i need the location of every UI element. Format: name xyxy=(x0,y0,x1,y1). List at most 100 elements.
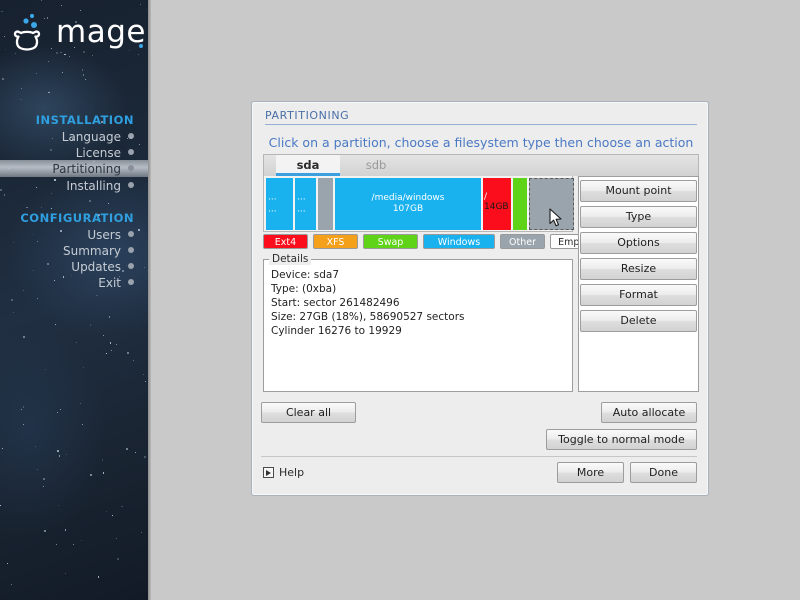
help-link[interactable]: Help xyxy=(263,466,304,479)
legend-xfs[interactable]: XFS xyxy=(313,234,358,249)
star-speck xyxy=(77,188,78,190)
star-speck xyxy=(3,194,5,196)
sidebar-heading-installation: INSTALLATION xyxy=(35,113,134,127)
type-button[interactable]: Type xyxy=(580,206,697,228)
sidebar-item-label: Language xyxy=(61,130,121,144)
sidebar-item-summary[interactable]: Summary xyxy=(63,244,134,258)
star-speck xyxy=(4,36,5,38)
partition-segment[interactable]: ...... xyxy=(295,178,316,230)
mageia-logo: mageia xyxy=(10,12,148,60)
star-speck xyxy=(69,55,71,57)
star-speck xyxy=(34,445,36,447)
partition-segment-swap[interactable] xyxy=(513,178,527,230)
star-speck xyxy=(105,352,107,354)
partition-segment-other[interactable] xyxy=(318,178,333,230)
star-speck xyxy=(121,505,123,508)
partition-segment-label: ...... xyxy=(297,192,306,214)
star-speck xyxy=(81,69,84,71)
star-speck xyxy=(89,324,92,326)
star-speck xyxy=(58,455,61,457)
star-speck xyxy=(51,47,53,49)
details-line: Start: sector 261482496 xyxy=(271,297,400,309)
sidebar-item-license[interactable]: License xyxy=(76,146,134,160)
footer-divider xyxy=(261,456,697,457)
more-button[interactable]: More xyxy=(557,462,624,483)
star-speck xyxy=(43,478,45,480)
installer-sidebar: mageia INSTALLATION Language License Par… xyxy=(0,0,148,600)
format-button[interactable]: Format xyxy=(580,284,697,306)
star-speck xyxy=(108,316,111,319)
star-speck xyxy=(96,294,98,297)
star-speck xyxy=(51,138,53,139)
clear-all-button[interactable]: Clear all xyxy=(261,402,356,423)
partition-segment[interactable]: ...... xyxy=(266,178,293,230)
mount-point-button[interactable]: Mount point xyxy=(580,180,697,202)
legend-swap[interactable]: Swap xyxy=(363,234,418,249)
star-speck xyxy=(72,543,75,546)
sidebar-item-language[interactable]: Language xyxy=(62,130,134,144)
bullet-dot-icon xyxy=(128,231,134,237)
star-speck xyxy=(102,472,104,474)
star-speck xyxy=(76,341,77,343)
star-speck xyxy=(127,352,129,354)
partition-segment-media-windows[interactable]: /media/windows 107GB xyxy=(335,178,481,230)
star-speck xyxy=(7,563,8,565)
star-speck xyxy=(20,408,23,411)
star-speck xyxy=(106,510,107,512)
legend-ext4[interactable]: Ext4 xyxy=(263,234,308,249)
legend-other[interactable]: Other xyxy=(500,234,545,249)
sidebar-edge-divider xyxy=(148,0,151,600)
mouse-cursor xyxy=(549,208,562,227)
star-speck xyxy=(107,202,110,204)
bullet-dot-icon xyxy=(128,149,134,155)
sidebar-item-label: Installing xyxy=(66,179,121,193)
star-speck xyxy=(47,262,50,265)
star-speck xyxy=(21,88,22,89)
sidebar-item-users[interactable]: Users xyxy=(87,228,134,242)
star-speck xyxy=(141,531,143,533)
details-line: Type: (0xba) xyxy=(271,283,337,295)
sidebar-item-label: Updates xyxy=(71,260,121,274)
star-speck xyxy=(48,92,50,94)
sidebar-item-label: Partitioning xyxy=(52,162,121,176)
bullet-dot-icon xyxy=(128,165,134,171)
auto-allocate-button[interactable]: Auto allocate xyxy=(601,402,697,423)
legend-windows[interactable]: Windows xyxy=(423,234,495,249)
star-speck xyxy=(110,349,112,351)
bullet-dot-icon xyxy=(128,263,134,269)
star-speck xyxy=(109,342,112,344)
star-speck xyxy=(57,411,59,413)
star-speck xyxy=(5,49,7,50)
options-button[interactable]: Options xyxy=(580,232,697,254)
star-speck xyxy=(85,79,87,80)
star-speck xyxy=(72,251,74,253)
star-speck xyxy=(13,311,15,313)
star-speck xyxy=(82,74,85,76)
star-speck xyxy=(143,456,146,458)
resize-button[interactable]: Resize xyxy=(580,258,697,280)
star-speck xyxy=(111,515,113,516)
sidebar-item-updates[interactable]: Updates xyxy=(71,260,134,274)
star-speck xyxy=(44,529,47,532)
star-speck xyxy=(44,17,46,19)
sidebar-item-partitioning[interactable]: Partitioning xyxy=(52,162,134,176)
star-speck xyxy=(101,120,103,123)
sidebar-item-label: License xyxy=(75,146,121,160)
star-speck xyxy=(22,289,25,291)
partition-segment-root[interactable]: / 14GB xyxy=(483,178,511,230)
star-speck xyxy=(32,234,34,236)
delete-button[interactable]: Delete xyxy=(580,310,697,332)
sidebar-item-installing[interactable]: Installing xyxy=(66,179,134,193)
toggle-normal-mode-button[interactable]: Toggle to normal mode xyxy=(546,429,697,450)
star-speck xyxy=(57,450,59,452)
tab-sdb[interactable]: sdb xyxy=(344,155,408,176)
star-speck xyxy=(36,186,38,188)
dialog-subtitle: Click on a partition, choose a filesyste… xyxy=(268,135,694,150)
done-button[interactable]: Done xyxy=(630,462,697,483)
partition-segment-label: ...... xyxy=(268,192,277,214)
partition-segment-label: /media/windows 107GB xyxy=(371,192,445,214)
logo-i-dot xyxy=(139,44,143,48)
star-speck xyxy=(132,359,134,361)
tab-sda[interactable]: sda xyxy=(276,155,340,176)
star-speck xyxy=(66,454,67,455)
